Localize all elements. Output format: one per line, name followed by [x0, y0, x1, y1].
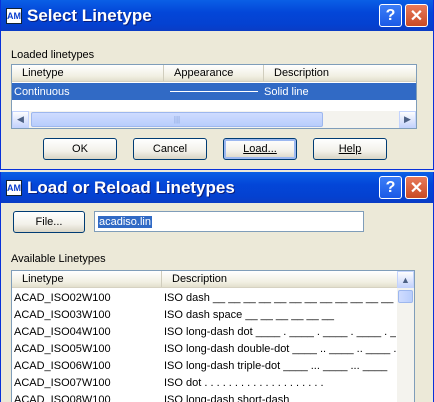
linetype-name: ACAD_ISO05W100	[14, 343, 111, 355]
list-item[interactable]: ACAD_ISO06W100 ISO long-dash triple-dot _…	[12, 358, 396, 375]
loaded-linetypes-list[interactable]: Linetype Appearance Description Continuo…	[11, 64, 417, 129]
scroll-thumb[interactable]: |||	[31, 112, 323, 127]
ok-button[interactable]: OK	[43, 138, 117, 160]
column-header-description[interactable]: Description	[264, 65, 416, 81]
title-bar[interactable]: AM Select Linetype ? ✕	[1, 0, 433, 31]
linetype-description: ISO dash space __ __ __ __ __ __	[164, 309, 335, 321]
list-item[interactable]: ACAD_ISO02W100 ISO dash __ __ __ __ __ __…	[12, 290, 396, 307]
linetype-name: ACAD_ISO04W100	[14, 326, 111, 338]
scroll-left-icon[interactable]: ◀	[12, 111, 29, 128]
linetype-description: ISO long-dash dot ____ . ____ . ____ . _…	[164, 326, 396, 338]
load-button[interactable]: Load...	[223, 138, 297, 160]
list-header: Linetype Description	[12, 271, 414, 288]
linetype-description: ISO dash __ __ __ __ __ __ __ __ __ __ _…	[164, 292, 396, 304]
dialog-title: Load or Reload Linetypes	[27, 177, 235, 197]
scroll-up-icon[interactable]: ▲	[397, 271, 414, 288]
close-icon[interactable]: ✕	[405, 4, 428, 27]
help-button[interactable]: Help	[313, 138, 387, 160]
help-icon[interactable]: ?	[379, 4, 402, 27]
scroll-thumb[interactable]	[398, 290, 413, 303]
linetype-name: ACAD_ISO06W100	[14, 360, 111, 372]
loaded-linetypes-label: Loaded linetypes	[11, 49, 95, 61]
list-item[interactable]: ACAD_ISO08W100 ISO long-dash short-dash _…	[12, 392, 396, 402]
linetype-description: ISO dot . . . . . . . . . . . . . . . . …	[164, 377, 324, 389]
app-icon: AM	[6, 179, 22, 196]
list-item[interactable]: ACAD_ISO03W100 ISO dash space __ __ __ __…	[12, 307, 396, 324]
linetype-description: ISO long-dash short-dash ____ __ ____ __…	[164, 394, 396, 402]
appearance-preview	[170, 91, 258, 92]
linetype-name: ACAD_ISO03W100	[14, 309, 111, 321]
close-icon[interactable]: ✕	[405, 176, 428, 199]
vertical-scrollbar[interactable]: ▲	[397, 271, 414, 402]
app-icon: AM	[6, 7, 22, 24]
file-name-value: acadiso.lin	[98, 215, 152, 228]
list-header: Linetype Appearance Description	[12, 65, 416, 82]
file-name-field[interactable]: acadiso.lin	[94, 211, 364, 232]
linetype-name: Continuous	[14, 85, 70, 98]
linetype-description: Solid line	[264, 85, 309, 98]
file-button[interactable]: File...	[13, 211, 85, 233]
select-linetype-dialog: AM Select Linetype ? ✕ Loaded linetypes …	[0, 0, 434, 170]
dialog-title: Select Linetype	[27, 5, 152, 25]
horizontal-scrollbar[interactable]: ◀ ||| ▶	[12, 111, 416, 128]
list-item[interactable]: ACAD_ISO05W100 ISO long-dash double-dot _…	[12, 341, 396, 358]
column-header-linetype[interactable]: Linetype	[12, 65, 164, 81]
column-header-appearance[interactable]: Appearance	[164, 65, 264, 81]
available-linetypes-list[interactable]: Linetype Description ACAD_ISO02W100 ISO d…	[11, 270, 415, 402]
cancel-button[interactable]: Cancel	[133, 138, 207, 160]
linetype-name: ACAD_ISO08W100	[14, 394, 111, 402]
column-header-linetype[interactable]: Linetype	[12, 271, 162, 287]
linetype-name: ACAD_ISO02W100	[14, 292, 111, 304]
linetype-name: ACAD_ISO07W100	[14, 377, 111, 389]
list-item-selected[interactable]: Continuous Solid line	[12, 83, 416, 100]
load-linetypes-dialog: AM Load or Reload Linetypes ? ✕ File... …	[0, 172, 434, 402]
help-icon[interactable]: ?	[379, 176, 402, 199]
available-linetypes-label: Available Linetypes	[11, 253, 106, 265]
list-item[interactable]: ACAD_ISO07W100 ISO dot . . . . . . . . . …	[12, 375, 396, 392]
column-header-description[interactable]: Description	[162, 271, 396, 287]
linetype-description: ISO long-dash double-dot ____ .. ____ ..…	[164, 343, 396, 355]
list-item[interactable]: ACAD_ISO04W100 ISO long-dash dot ____ . _…	[12, 324, 396, 341]
title-bar[interactable]: AM Load or Reload Linetypes ? ✕	[1, 172, 433, 203]
scroll-right-icon[interactable]: ▶	[399, 111, 416, 128]
load-button-label: Load...	[243, 143, 277, 155]
linetype-description: ISO long-dash triple-dot ____ ... ____ .…	[164, 360, 388, 372]
help-button-label: Help	[338, 143, 362, 155]
